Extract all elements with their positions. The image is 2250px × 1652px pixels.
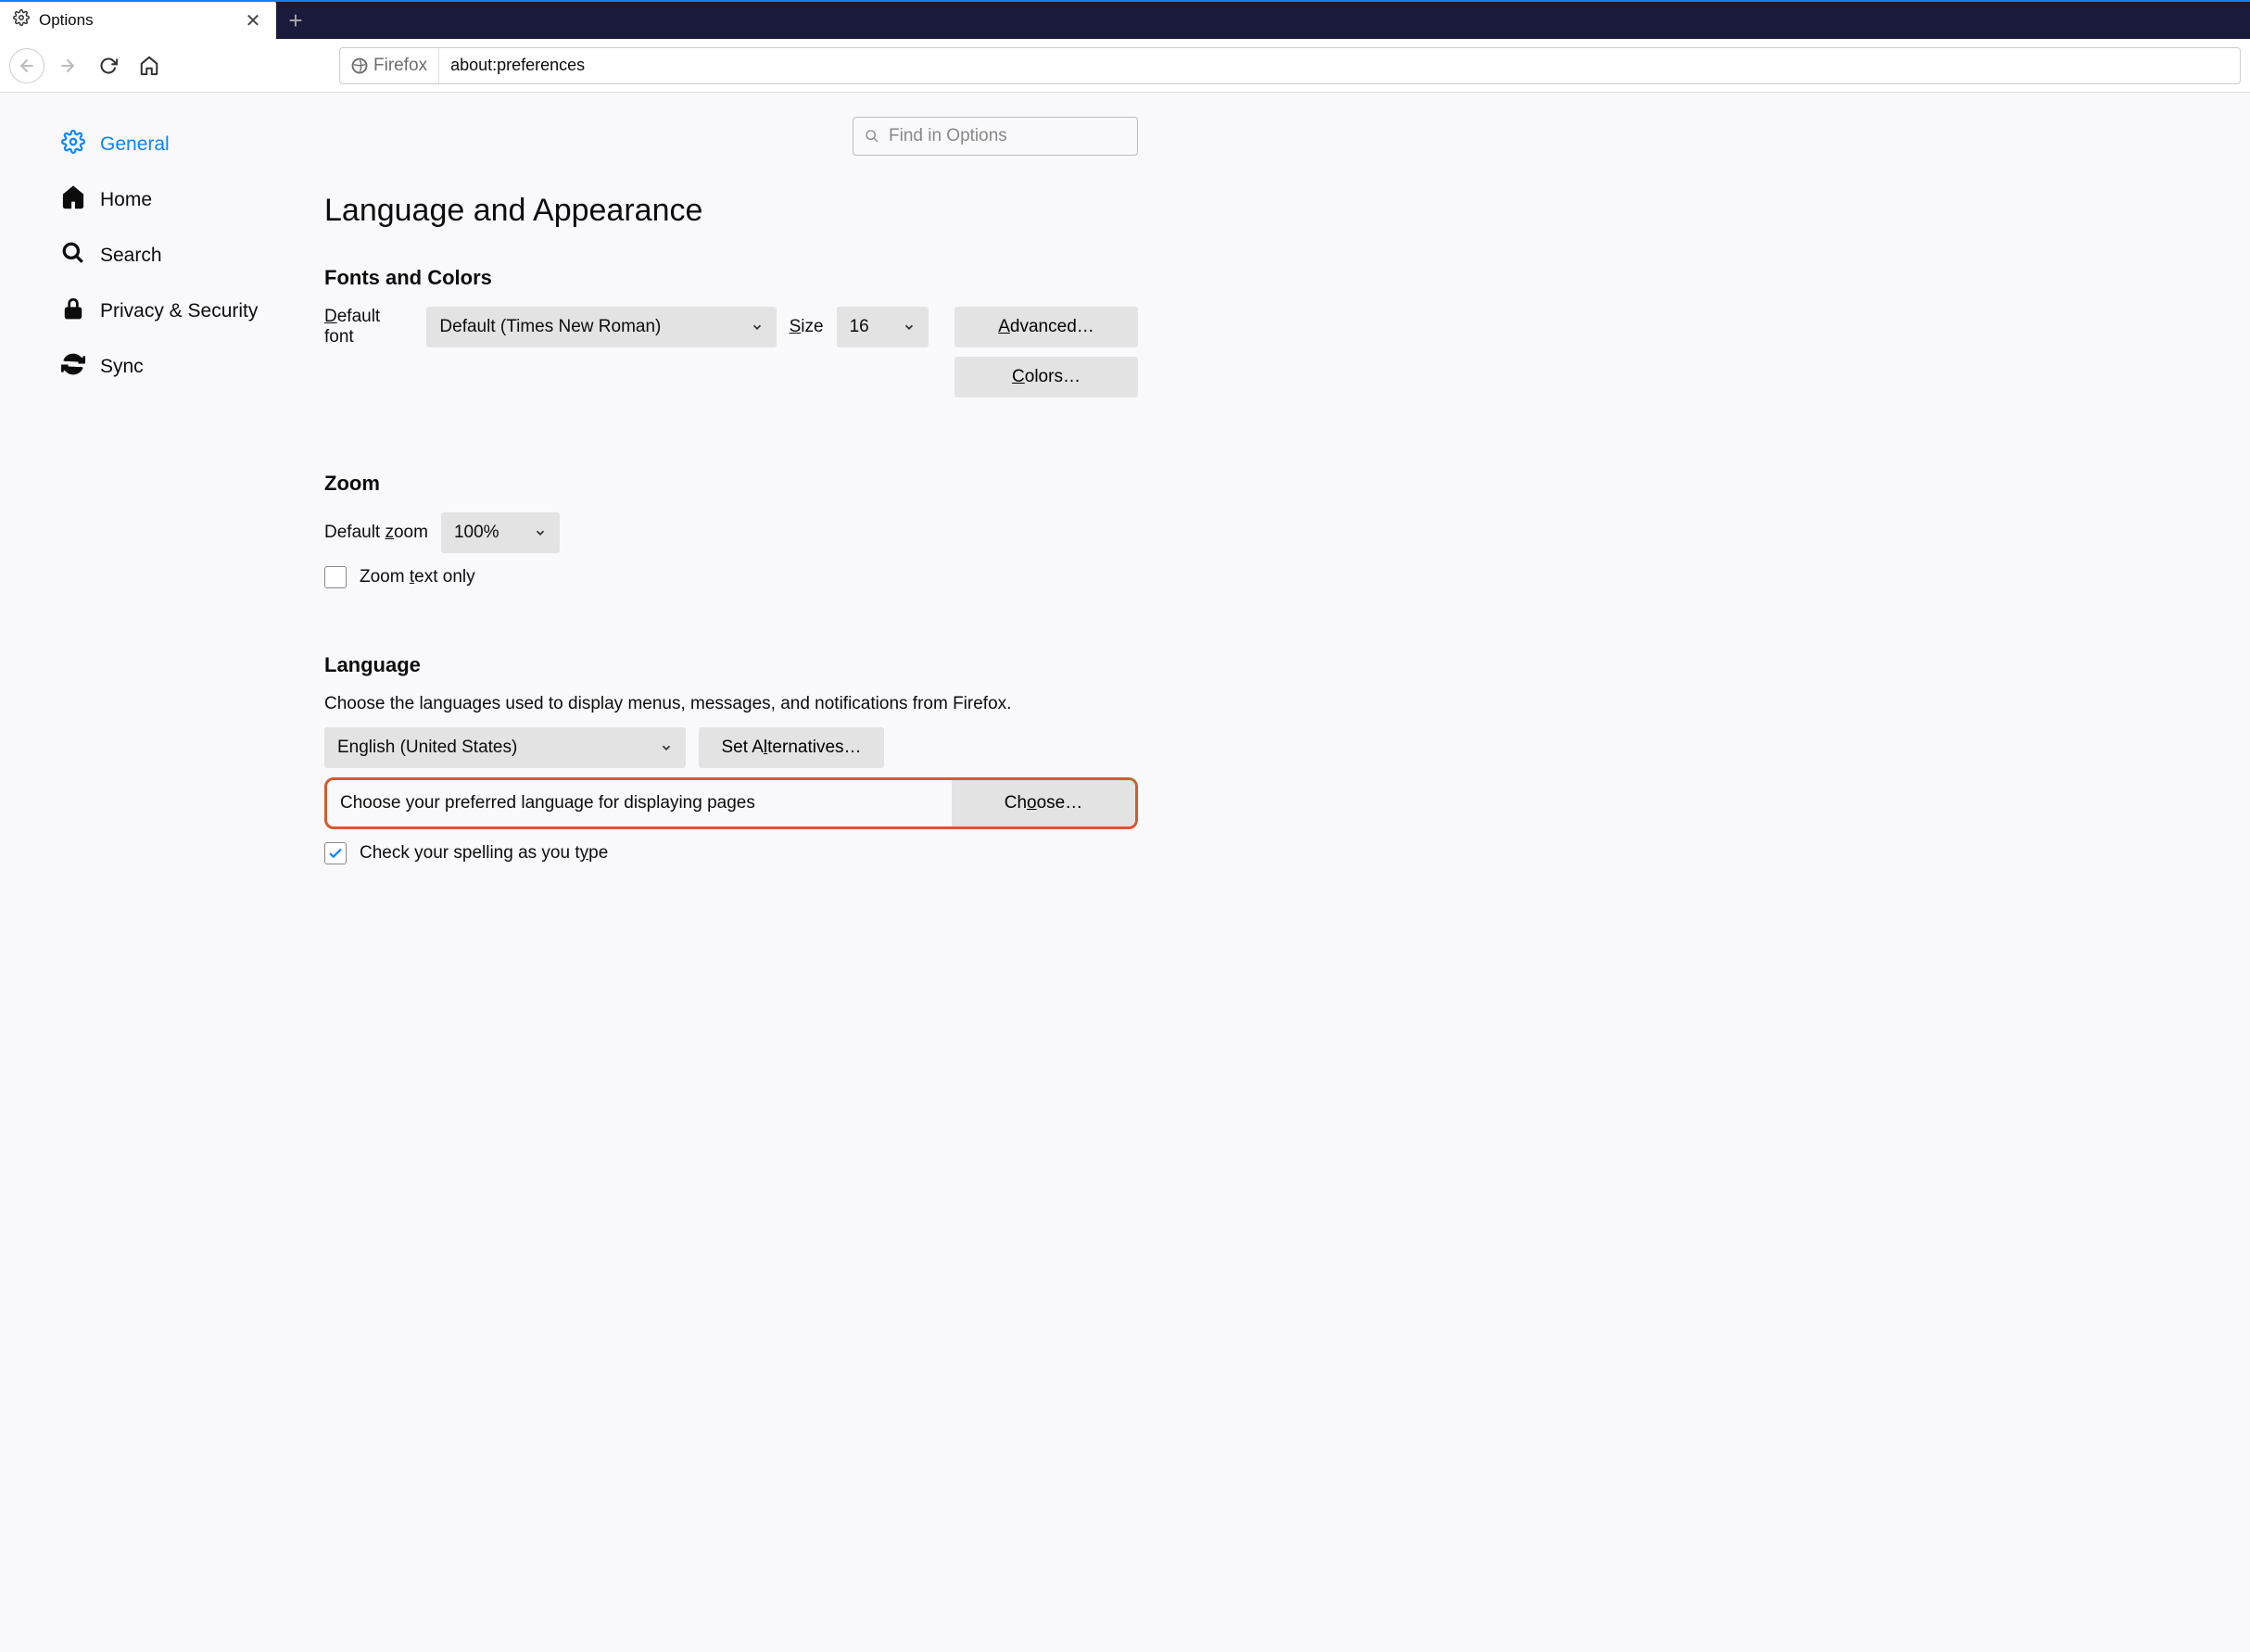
preferred-language-label: Choose your preferred language for displ… xyxy=(340,793,952,813)
sidebar-item-home[interactable]: Home xyxy=(54,172,306,228)
url-text[interactable]: about:preferences xyxy=(439,56,2240,75)
back-button[interactable] xyxy=(9,48,44,83)
sidebar-item-label: Search xyxy=(100,245,162,267)
default-zoom-select[interactable]: 100% xyxy=(441,512,560,553)
choose-language-button[interactable]: Choose… xyxy=(952,780,1135,826)
advanced-fonts-button[interactable]: Advanced… xyxy=(954,307,1138,347)
page-title: Language and Appearance xyxy=(324,193,1138,229)
gear-icon xyxy=(13,9,30,32)
default-zoom-label: Default zoom xyxy=(324,523,428,543)
select-value: 100% xyxy=(454,523,499,543)
reload-button[interactable] xyxy=(91,48,126,83)
navigation-toolbar: Firefox about:preferences xyxy=(0,39,2250,93)
select-value: Default (Times New Roman) xyxy=(439,317,661,337)
ui-language-select[interactable]: English (United States) xyxy=(324,727,686,768)
close-icon[interactable]: ✕ xyxy=(243,10,263,31)
sidebar-item-privacy[interactable]: Privacy & Security xyxy=(54,284,306,339)
lock-icon xyxy=(61,296,85,326)
section-fonts-heading: Fonts and Colors xyxy=(324,266,1138,290)
zoom-text-only-checkbox[interactable] xyxy=(324,566,347,588)
sidebar-item-label: General xyxy=(100,133,170,156)
home-button[interactable] xyxy=(132,48,167,83)
sidebar-item-label: Privacy & Security xyxy=(100,300,258,322)
home-icon xyxy=(61,185,85,215)
tab-options[interactable]: Options ✕ xyxy=(0,2,276,39)
find-in-options[interactable] xyxy=(853,117,1138,156)
identity-box[interactable]: Firefox xyxy=(340,48,439,83)
section-zoom-heading: Zoom xyxy=(324,472,1138,496)
select-value: English (United States) xyxy=(337,738,517,758)
select-value: 16 xyxy=(850,317,869,337)
sync-icon xyxy=(61,352,85,382)
preferences-sidebar: General Home Search Privacy & Security S… xyxy=(0,117,324,892)
sidebar-item-search[interactable]: Search xyxy=(54,228,306,284)
sidebar-item-general[interactable]: General xyxy=(54,117,306,172)
default-font-select[interactable]: Default (Times New Roman) xyxy=(426,307,776,347)
zoom-text-only-label: Zoom text only xyxy=(360,567,475,587)
size-label: Size xyxy=(790,317,824,337)
search-input[interactable] xyxy=(889,126,1126,146)
new-tab-button[interactable]: + xyxy=(276,2,315,39)
search-icon xyxy=(61,241,85,271)
sidebar-item-label: Home xyxy=(100,189,152,211)
preferred-language-row: Choose your preferred language for displ… xyxy=(324,777,1138,829)
sidebar-item-label: Sync xyxy=(100,356,144,378)
set-alternatives-button[interactable]: Set Alternatives… xyxy=(699,727,884,768)
default-font-label: Default font xyxy=(324,307,413,347)
font-size-select[interactable]: 16 xyxy=(837,307,929,347)
check-spelling-checkbox[interactable] xyxy=(324,842,347,864)
check-spelling-label: Check your spelling as you type xyxy=(360,843,608,864)
colors-button[interactable]: Colors… xyxy=(954,357,1138,397)
identity-label: Firefox xyxy=(373,56,427,76)
sidebar-item-sync[interactable]: Sync xyxy=(54,339,306,395)
url-bar[interactable]: Firefox about:preferences xyxy=(339,47,2241,84)
section-language-heading: Language xyxy=(324,653,1138,677)
forward-button[interactable] xyxy=(50,48,85,83)
tab-title: Options xyxy=(39,11,234,30)
language-description: Choose the languages used to display men… xyxy=(324,694,1138,714)
tab-strip: Options ✕ + xyxy=(0,0,2250,39)
gear-icon xyxy=(61,130,85,159)
preferences-main: Language and Appearance Fonts and Colors… xyxy=(324,117,1177,892)
